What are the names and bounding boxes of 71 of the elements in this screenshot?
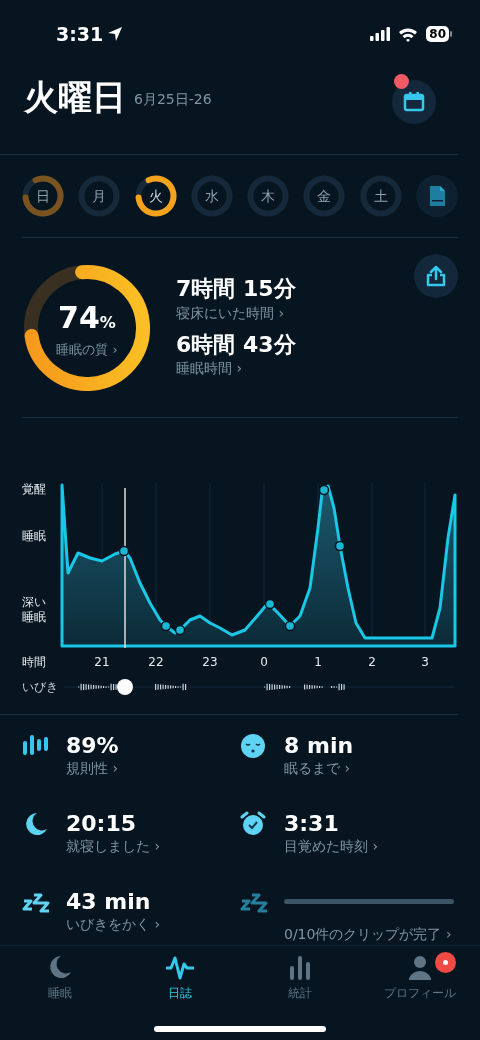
status-time: 3:31 [56,21,104,47]
snore-clip-drawing[interactable] [155,683,187,691]
snore-clip-drawing[interactable] [304,684,323,690]
quality-unit: % [99,313,116,335]
location-icon [107,26,124,42]
day-ring[interactable]: 土 [359,175,402,217]
event-dot[interactable] [160,620,172,632]
snore-clip-drawing[interactable] [331,683,345,691]
stat-link[interactable]: 眠るまで › [284,758,354,780]
wifi-icon [398,26,419,42]
tick-label: 1 [314,655,322,669]
calendar-icon [403,91,425,113]
stat-value: 8 min [284,733,354,759]
pulse-icon [166,954,194,982]
share-icon [426,265,446,287]
event-dot[interactable] [118,545,130,557]
tab[interactable]: 統計 [240,954,360,1010]
day-ring[interactable]: 火 [134,175,177,217]
tick-label: 2 [368,655,376,669]
signal-icon [370,27,391,41]
tick-label: 22 [148,655,164,669]
snore-clip-drawing[interactable] [264,683,291,691]
axis-label: 深い睡眠 [22,595,46,624]
event-dot[interactable] [264,598,276,610]
stat-link[interactable]: 就寝しました › [66,836,161,858]
axis-title: 時間 [22,655,46,669]
date-range: 6月25日-26 [134,90,212,109]
stat-link[interactable]: いびきをかく › [66,914,161,936]
tick-label: 21 [94,655,110,669]
day-ring[interactable]: 金 [303,175,346,217]
event-dot[interactable] [174,624,186,636]
playhead-knob[interactable] [117,679,133,695]
stat-value: 20:15 [66,811,138,837]
day-ring[interactable]: 日 [22,175,64,217]
stat-link[interactable]: 規則性 › [66,758,119,780]
share-button[interactable] [414,254,458,298]
quality-value: 74 [58,299,100,338]
duration-link[interactable]: 寝床にいた時間 › [176,302,296,324]
tick-label: 23 [202,655,218,669]
day-ring[interactable]: 木 [247,175,290,217]
alarm-clock-icon [240,811,268,837]
stat-value: 89% [66,733,119,759]
duration-link[interactable]: 睡眠時間 › [176,357,296,379]
playhead-line[interactable] [124,487,126,649]
tab[interactable]: プロフィール [360,954,480,1010]
tick-label: 0 [260,655,268,669]
stat-link[interactable]: 0/10件のクリップが完了 › [284,924,454,945]
snore-label: いびき [22,680,58,694]
calendar-button[interactable] [392,80,436,124]
person-icon [406,954,434,982]
battery-icon: 80 [426,26,452,42]
quality-link[interactable]: 睡眠の質 › [56,340,118,360]
document-icon [427,185,446,207]
duration-value: 6時間 43分 [176,331,296,358]
event-dot[interactable] [318,484,330,496]
day-ring[interactable]: 水 [190,175,233,217]
axis-label: 覚醒 [22,482,46,496]
tick-label: 3 [421,655,429,669]
stat-value: 43 min [66,889,152,915]
event-dot[interactable] [284,620,296,632]
day-title: 火曜日 [24,80,126,114]
day-ring[interactable]: 月 [78,175,121,217]
report-button[interactable] [415,175,458,217]
stat-value: 3:31 [284,811,340,837]
axis-label: 睡眠 [22,529,46,543]
tab[interactable]: 日誌 [120,954,240,1010]
stat-link[interactable]: 目覚めた時刻 › [284,836,379,858]
tab[interactable]: 睡眠 [0,954,120,1010]
sleepy-face-icon [240,733,268,759]
event-dot[interactable] [334,540,346,552]
duration-value: 7時間 15分 [176,276,296,303]
